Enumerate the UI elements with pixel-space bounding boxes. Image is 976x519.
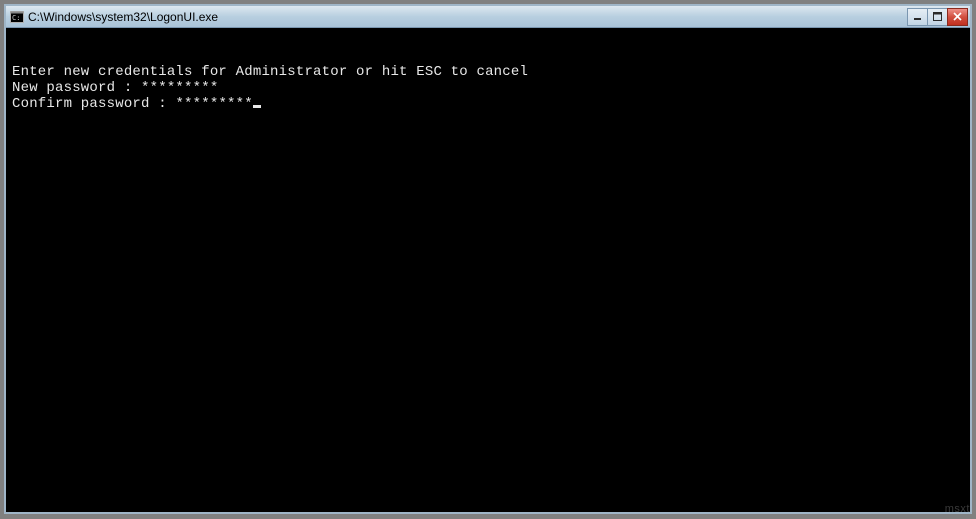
confirm-password-label: Confirm password :: [12, 96, 175, 112]
window-controls: [908, 8, 968, 26]
minimize-icon: [913, 12, 922, 21]
minimize-button[interactable]: [907, 8, 928, 26]
cursor: [253, 105, 261, 108]
svg-text:C:: C:: [12, 14, 20, 22]
confirm-password-value: *********: [175, 96, 252, 112]
terminal-line-3: Confirm password : *********: [12, 96, 964, 112]
close-icon: [953, 12, 962, 21]
terminal-line-2: New password : *********: [12, 80, 964, 96]
new-password-label: New password :: [12, 80, 141, 96]
maximize-button[interactable]: [927, 8, 948, 26]
terminal-output[interactable]: Enter new credentials for Administrator …: [6, 28, 970, 512]
console-window: C: C:\Windows\system32\LogonUI.exe: [4, 4, 972, 514]
maximize-icon: [933, 12, 942, 21]
terminal-line-1: Enter new credentials for Administrator …: [12, 64, 964, 80]
titlebar[interactable]: C: C:\Windows\system32\LogonUI.exe: [6, 6, 970, 28]
window-title: C:\Windows\system32\LogonUI.exe: [28, 10, 908, 24]
cmd-icon: C:: [10, 10, 24, 24]
new-password-value: *********: [141, 80, 218, 96]
close-button[interactable]: [947, 8, 968, 26]
